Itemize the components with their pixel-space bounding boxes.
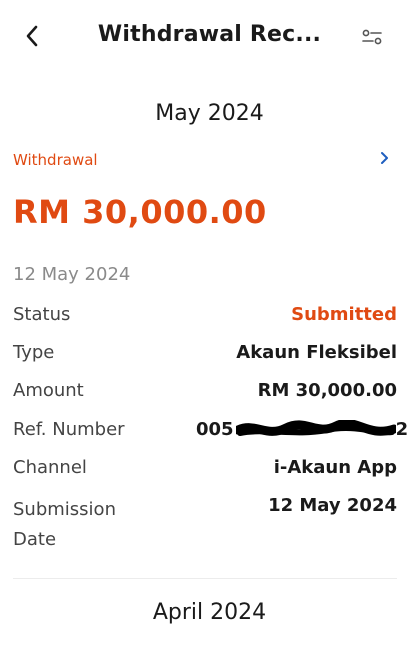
detail-row-channel: Channel i-Akaun App [13, 457, 397, 483]
status-badge: Submitted [291, 304, 397, 325]
ref-number-suffix: 2 [395, 419, 409, 440]
detail-label: Submission Date [13, 499, 116, 550]
detail-label: Channel [13, 457, 87, 478]
divider [13, 578, 397, 579]
detail-label: Status [13, 304, 71, 325]
detail-row-type: Type Akaun Fleksibel [13, 342, 397, 368]
detail-value: i-Akaun App [273, 457, 397, 478]
month-heading: April 2024 [152, 600, 267, 625]
detail-label: Type [13, 342, 55, 363]
detail-label: Amount [13, 380, 84, 401]
record-amount: RM 30,000.00 [13, 193, 267, 231]
detail-row-submission-date: Submission Date 12 May 2024 [13, 495, 397, 553]
detail-row-status: Status Submitted [13, 304, 397, 330]
record-type-label: Withdrawal [13, 151, 98, 169]
detail-value: RM 30,000.00 [257, 380, 397, 401]
record-date: 12 May 2024 [13, 264, 131, 285]
top-bar: Withdrawal Rec... [0, 0, 419, 76]
chevron-right-icon [381, 152, 388, 164]
detail-value: Akaun Fleksibel [236, 342, 397, 363]
ref-number-prefix: 005 [196, 419, 234, 440]
detail-label: Ref. Number [13, 419, 125, 440]
detail-row-amount: Amount RM 30,000.00 [13, 380, 397, 406]
month-heading: May 2024 [155, 101, 264, 126]
record-detail-link[interactable] [375, 148, 395, 168]
redaction-scribble [235, 420, 396, 436]
detail-row-ref-number: Ref. Number 005 2 [13, 419, 408, 445]
detail-value: 12 May 2024 [268, 495, 397, 516]
filter-button[interactable] [357, 22, 387, 52]
ref-number-value: 005 2 [196, 419, 408, 440]
filter-sliders-icon [362, 29, 382, 45]
